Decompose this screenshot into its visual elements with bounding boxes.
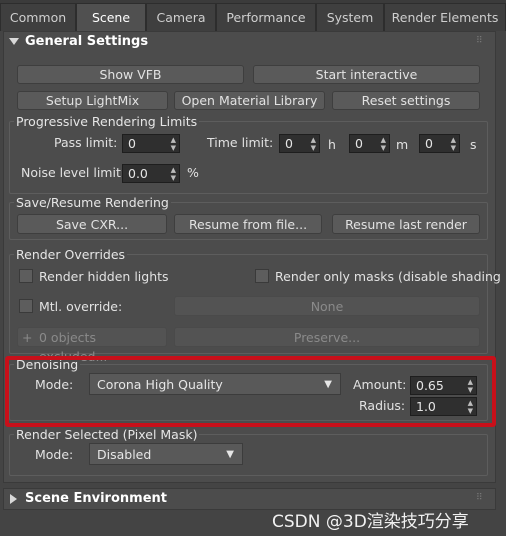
render-hidden-lights-label: Render hidden lights xyxy=(39,269,169,284)
noise-level-spinner[interactable]: 0.0 ▲ ▼ xyxy=(122,164,180,183)
resume-from-file-button[interactable]: Resume from file... xyxy=(174,214,322,234)
pass-limit-spinner[interactable]: 0 ▲ ▼ xyxy=(122,134,180,153)
start-interactive-button[interactable]: Start interactive xyxy=(253,65,480,84)
reset-settings-button[interactable]: Reset settings xyxy=(332,91,480,110)
spinner-up-icon[interactable]: ▲ xyxy=(381,137,386,144)
spinner-up-icon[interactable]: ▲ xyxy=(171,137,176,144)
spinner-up-icon[interactable]: ▲ xyxy=(451,137,456,144)
progressive-limits-group xyxy=(9,121,488,194)
save-cxr-button[interactable]: Save CXR... xyxy=(17,214,167,234)
mtl-override-checkbox[interactable] xyxy=(19,299,33,313)
tab-system[interactable]: System xyxy=(316,3,384,31)
watermark: CSDN @3D渲染技巧分享 xyxy=(272,512,469,532)
rollout-grip-icon[interactable]: ⠿ xyxy=(476,493,483,503)
pixel-mask-mode-dropdown[interactable]: Disabled ▼ xyxy=(89,443,243,465)
mtl-override-label: Mtl. override: xyxy=(39,299,123,314)
spinner-up-icon[interactable]: ▲ xyxy=(171,167,176,174)
spinner-up-icon[interactable]: ▲ xyxy=(311,137,316,144)
pass-limit-label: Pass limit: xyxy=(54,135,118,150)
spinner-down-icon[interactable]: ▼ xyxy=(171,175,176,182)
noise-level-value: 0.0 xyxy=(128,166,148,181)
time-limit-label: Time limit: xyxy=(207,135,274,150)
spinner-down-icon[interactable]: ▼ xyxy=(451,145,456,152)
save-resume-label: Save/Resume Rendering xyxy=(14,195,171,210)
render-overrides-label: Render Overrides xyxy=(14,247,128,262)
tab-common[interactable]: Common xyxy=(0,3,76,31)
plus-icon: + xyxy=(22,330,33,345)
tab-performance[interactable]: Performance xyxy=(216,3,316,31)
general-settings-title[interactable]: General Settings xyxy=(25,34,148,49)
mtl-override-slot[interactable]: None xyxy=(174,296,480,316)
progressive-limits-label: Progressive Rendering Limits xyxy=(14,114,200,129)
seconds-value: 0 xyxy=(425,136,433,151)
pixel-mask-mode-value: Disabled xyxy=(97,447,152,462)
hours-spinner[interactable]: 0 ▲ ▼ xyxy=(279,134,320,153)
expand-arrow-icon[interactable] xyxy=(10,494,17,504)
seconds-unit: s xyxy=(470,137,477,152)
render-only-masks-label: Render only masks (disable shading xyxy=(275,269,501,284)
minutes-value: 0 xyxy=(355,136,363,151)
objects-excluded-button[interactable]: + 0 objects excluded... xyxy=(17,327,167,364)
setup-lightmix-button[interactable]: Setup LightMix xyxy=(17,91,168,110)
show-vfb-button[interactable]: Show VFB xyxy=(17,65,244,84)
rollout-grip-icon[interactable]: ⠿ xyxy=(476,36,483,46)
render-hidden-lights-checkbox[interactable] xyxy=(19,269,33,283)
pixel-mask-mode-label: Mode: xyxy=(35,447,74,462)
pass-limit-value: 0 xyxy=(128,136,136,151)
seconds-spinner[interactable]: 0 ▲ ▼ xyxy=(419,134,460,153)
resume-last-render-button[interactable]: Resume last render xyxy=(332,214,480,234)
tab-camera[interactable]: Camera xyxy=(146,3,216,31)
render-only-masks-checkbox[interactable] xyxy=(255,269,269,283)
minutes-unit: m xyxy=(396,137,409,152)
denoising-highlight xyxy=(5,356,496,427)
chevron-down-icon: ▼ xyxy=(226,449,234,460)
scene-environment-title[interactable]: Scene Environment xyxy=(25,491,167,506)
noise-unit: % xyxy=(187,165,199,180)
spinner-down-icon[interactable]: ▼ xyxy=(171,145,176,152)
collapse-arrow-icon[interactable] xyxy=(9,38,19,45)
spinner-down-icon[interactable]: ▼ xyxy=(381,145,386,152)
spinner-down-icon[interactable]: ▼ xyxy=(311,145,316,152)
open-material-library-button[interactable]: Open Material Library xyxy=(174,91,325,110)
tab-render-elements[interactable]: Render Elements xyxy=(384,3,506,31)
hours-value: 0 xyxy=(285,136,293,151)
pixel-mask-label: Render Selected (Pixel Mask) xyxy=(14,427,200,442)
preserve-button[interactable]: Preserve... xyxy=(174,327,480,347)
tab-scene[interactable]: Scene xyxy=(76,3,146,31)
minutes-spinner[interactable]: 0 ▲ ▼ xyxy=(349,134,390,153)
noise-level-label: Noise level limit: xyxy=(21,165,126,180)
hours-unit: h xyxy=(328,137,336,152)
